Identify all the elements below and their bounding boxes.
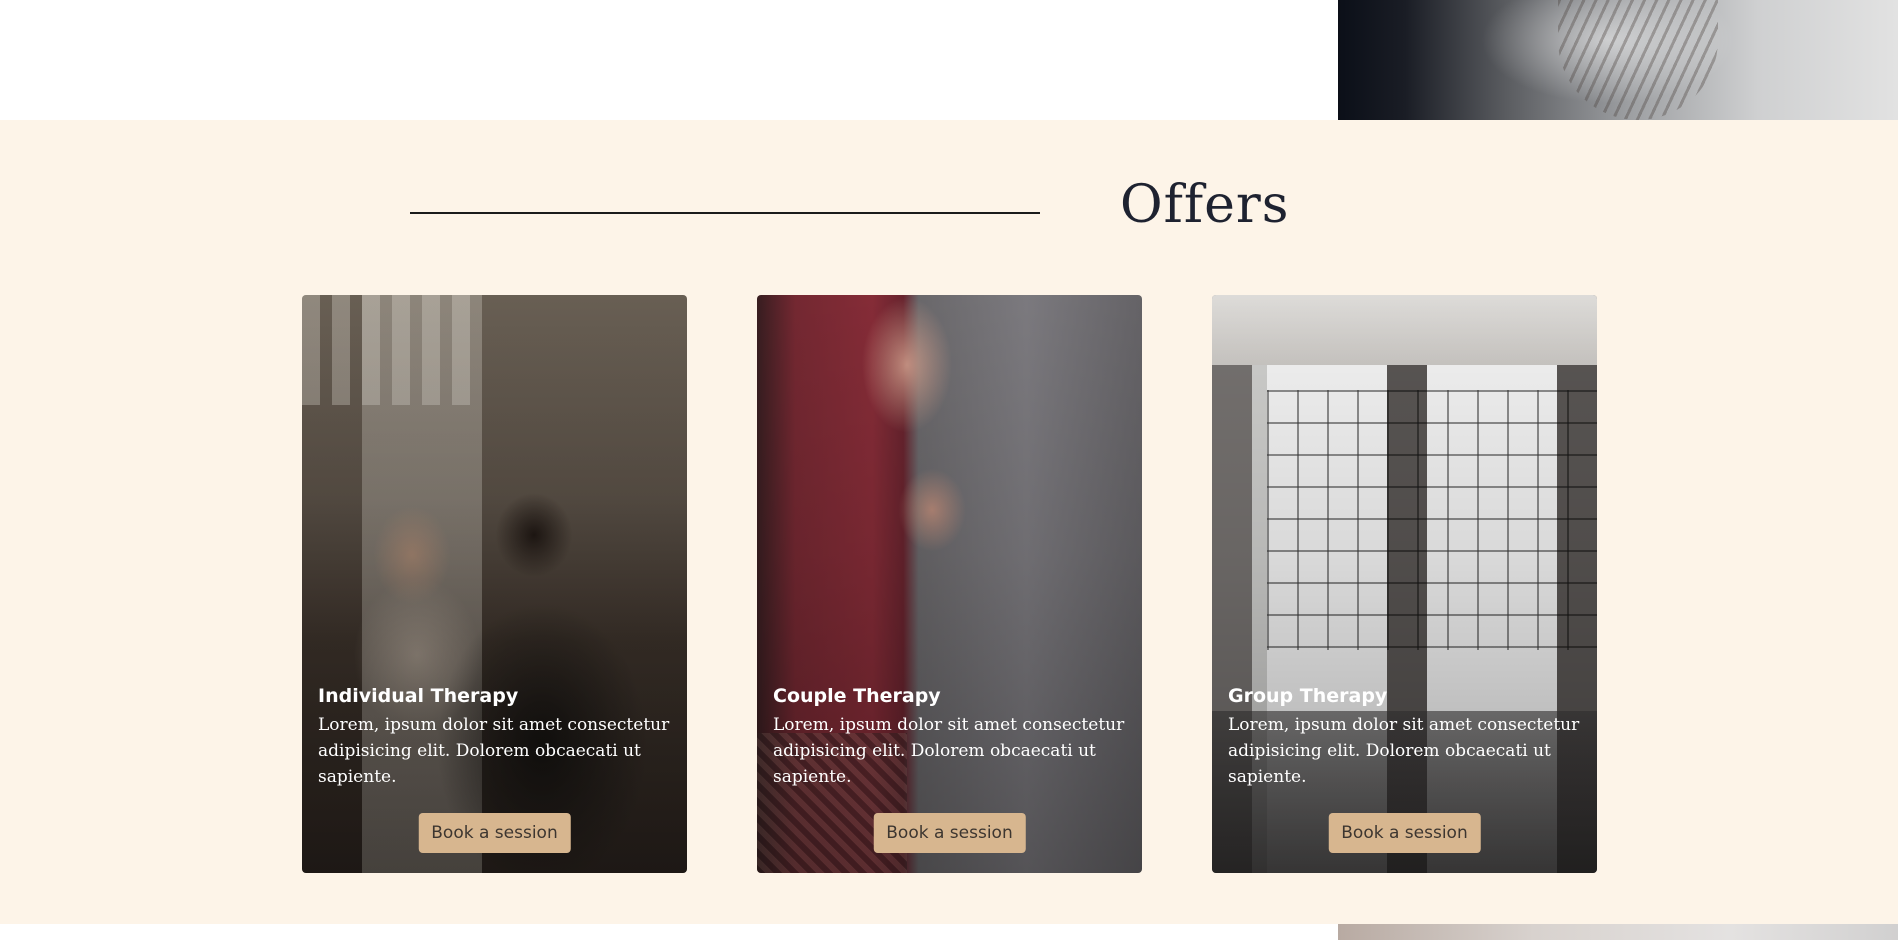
offer-card-couple: Couple Therapy Lorem, ipsum dolor sit am… [757,295,1142,873]
hero-photo-fragment [1338,0,1898,120]
card-description: Lorem, ipsum dolor sit amet consectetur … [773,715,1125,787]
offers-heading: Offers [1120,175,1290,235]
book-session-button[interactable]: Book a session [1328,813,1481,853]
offers-section: Offers Individual Therapy Lorem, ipsum d… [0,120,1898,924]
next-section-photo-fragment [1338,924,1898,940]
card-description: Lorem, ipsum dolor sit amet consectetur … [1228,715,1580,787]
card-title: Group Therapy [1228,685,1388,707]
card-title: Couple Therapy [773,685,941,707]
book-session-button[interactable]: Book a session [873,813,1026,853]
card-description: Lorem, ipsum dolor sit amet consectetur … [318,715,670,787]
card-title: Individual Therapy [318,685,519,707]
offer-card-group: Group Therapy Lorem, ipsum dolor sit ame… [1212,295,1597,873]
offer-card-individual: Individual Therapy Lorem, ipsum dolor si… [302,295,687,873]
book-session-button[interactable]: Book a session [418,813,571,853]
offers-divider-line [410,212,1040,214]
